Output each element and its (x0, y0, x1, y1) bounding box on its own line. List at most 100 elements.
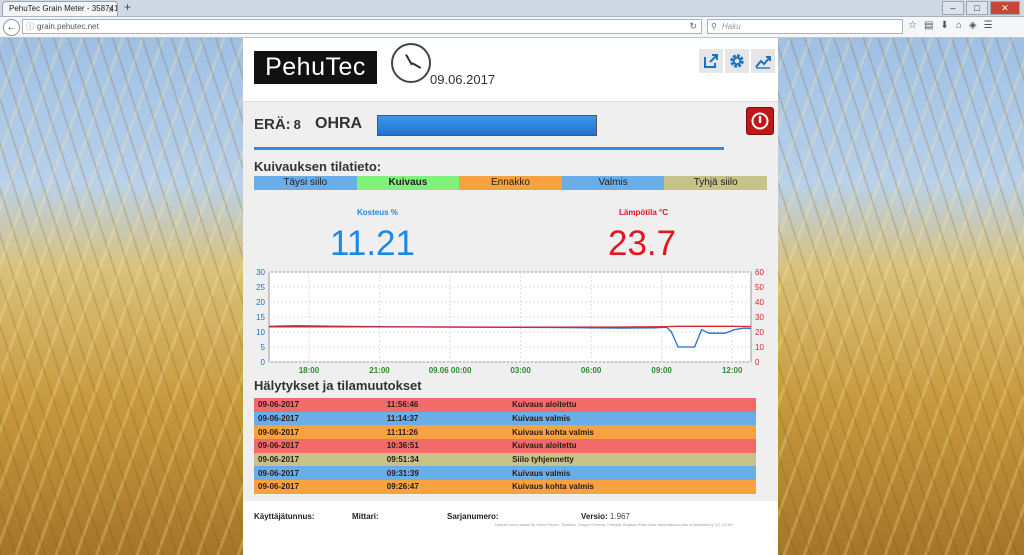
alarm-time: 09:26:47 (386, 482, 419, 492)
batch-label: ERÄ: (254, 116, 291, 133)
batch-info: ERÄ: 8 (254, 116, 301, 133)
version-info: Versio: 1.967 (581, 512, 630, 521)
alarm-row: 09-06-2017 09:51:34 Siilo tyhjennetty (254, 452, 756, 467)
chart-y-right-tick: 40 (755, 298, 764, 307)
search-icon: ⚲ (711, 22, 717, 31)
chart-y-left-tick: 25 (256, 283, 265, 292)
alarm-time: 11:56:46 (386, 400, 419, 410)
chart-y-left-tick: 0 (261, 358, 266, 367)
moisture-label: Kosteus % (357, 208, 398, 217)
site-info-icon[interactable]: ⓘ (26, 20, 34, 33)
bookmark-star-icon[interactable]: ☆ (908, 20, 917, 31)
status-0: Täysi siilo (254, 176, 357, 190)
chart-x-tick: 18:00 (299, 366, 320, 375)
user-label: Käyttäjätunnus: (254, 512, 315, 521)
meter-label: Mittari: (352, 512, 379, 521)
chart-y-right-tick: 30 (755, 313, 764, 322)
alarm-date: 09-06-2017 (258, 427, 299, 437)
grain-type: OHRA (315, 115, 363, 132)
status-1: Kuivaus (356, 176, 460, 190)
chart-y-left-tick: 10 (256, 328, 265, 337)
gear-icon[interactable] (725, 49, 749, 73)
power-icon (751, 112, 769, 130)
alarm-date: 09-06-2017 (258, 400, 299, 410)
close-tab-icon[interactable]: x (109, 2, 114, 16)
clipboard-icon[interactable]: ▤ (924, 20, 933, 31)
back-arrow-icon[interactable]: ← (3, 19, 20, 36)
version-value: 1.967 (609, 512, 630, 521)
trend-chart-icon[interactable] (751, 49, 775, 73)
status-4: Tyhjä siilo (664, 176, 767, 190)
header-actions (699, 49, 775, 73)
new-tab-button[interactable]: + (124, 0, 131, 15)
chart-y-right-tick: 50 (755, 283, 764, 292)
reload-icon[interactable]: ↻ (689, 20, 697, 33)
alarm-row: 09-06-2017 11:11:26 Kuivaus kohta valmis (254, 425, 756, 440)
drying-status-title: Kuivauksen tilatieto: (254, 159, 382, 174)
status-3: Valmis (561, 176, 665, 190)
serial-label: Sarjanumero: (447, 512, 499, 521)
chart-x-tick: 06:00 (581, 366, 602, 375)
alarm-time: 11:11:26 (386, 427, 418, 437)
address-text: grain.pehutec.net (37, 22, 99, 31)
minimize-icon[interactable]: – (942, 1, 964, 15)
alarm-row: 09-06-2017 11:14:37 Kuivaus valmis (254, 411, 756, 426)
alarm-row: 09-06-2017 11:56:46 Kuivaus aloitettu (254, 398, 756, 412)
chart-y-right-tick: 60 (755, 268, 764, 277)
chart-y-left-tick: 5 (261, 343, 266, 352)
browser-tab[interactable]: PehuTec Grain Meter - 358741053 x (2, 1, 118, 16)
close-window-icon[interactable]: ✕ (990, 1, 1020, 15)
batch-progress-bar (377, 115, 597, 136)
batch-number: 8 (293, 117, 301, 132)
status-2: Ennakko (459, 176, 562, 190)
alarm-date: 09-06-2017 (258, 468, 299, 478)
alarm-date: 09-06-2017 (258, 482, 299, 492)
search-input[interactable]: ⚲ Haku (707, 19, 903, 34)
alarm-row: 09-06-2017 10:36:51 Kuivaus aloitettu (254, 439, 756, 453)
moisture-value: 11.21 (330, 224, 415, 263)
alarm-text: Kuivaus valmis (512, 468, 571, 478)
menu-icon[interactable]: ☰ (984, 20, 993, 31)
pocket-icon[interactable]: ◈ (969, 20, 977, 31)
page-footer: Käyttäjätunnus: Mittari: Sarjanumero: Ve… (243, 501, 778, 555)
pehutec-logo: PehuTec (254, 51, 377, 84)
browser-toolbar-icons: ☆ ▤ ⬇ ⌂ ◈ ☰ (908, 20, 993, 31)
alarm-row: 09-06-2017 09:31:39 Kuivaus valmis (254, 466, 756, 481)
chart-y-right-tick: 20 (755, 328, 764, 337)
power-button[interactable] (746, 107, 774, 135)
chart-y-right-tick: 10 (755, 343, 764, 352)
clock-icon (391, 43, 431, 83)
alarm-time: 09:31:39 (386, 468, 419, 478)
trend-chart: 30 60 25 50 20 40 15 30 10 20 5 10 0 0 18:00 21:00 09.06… (256, 268, 764, 375)
browser-nav-bar: ← ⓘ grain.pehutec.net ↻ ⚲ Haku ☆ ▤ ⬇ ⌂ ◈… (0, 17, 1024, 38)
alarm-time: 10:36:51 (386, 441, 419, 451)
download-icon[interactable]: ⬇ (940, 20, 948, 31)
alarm-date: 09-06-2017 (258, 441, 299, 451)
alarm-text: Kuivaus valmis (512, 414, 571, 424)
drying-status-bar: Täysi siilo Kuivaus Ennakko Valmis Tyhjä sii… (254, 176, 767, 190)
alarm-text: Kuivaus aloitettu (512, 441, 577, 451)
chart-x-tick: 09:00 (651, 366, 672, 375)
header-date: 09.06.2017 (430, 72, 496, 87)
chart-y-left-tick: 15 (256, 313, 265, 322)
address-bar[interactable]: ⓘ grain.pehutec.net ↻ (22, 19, 702, 34)
alarm-date: 09-06-2017 (258, 414, 299, 424)
section-divider (254, 147, 724, 150)
alarms-table: 09-06-2017 11:56:46 Kuivaus aloitettu 09-06… (254, 398, 756, 494)
progress-fill (378, 116, 596, 135)
alarm-text: Kuivaus aloitettu (512, 400, 577, 410)
chart-y-right-tick: 0 (755, 358, 760, 367)
alarm-date: 09-06-2017 (258, 455, 299, 465)
temperature-value: 23.7 (608, 224, 677, 263)
alarm-time: 09:51:34 (386, 455, 419, 465)
maximize-icon[interactable]: □ (966, 1, 988, 15)
export-icon[interactable] (699, 49, 723, 73)
home-icon[interactable]: ⌂ (956, 20, 962, 31)
main-panel: PehuTec 09.06.2017 ERÄ: 8 OHRA Kuivauksen… (243, 38, 778, 555)
alarm-time: 11:14:37 (386, 414, 419, 424)
alarm-text: Kuivaus kohta valmis (512, 482, 594, 492)
page-header: PehuTec 09.06.2017 (243, 38, 778, 102)
version-label: Versio: (581, 512, 608, 521)
browser-tab-title: PehuTec Grain Meter - 358741053 (9, 4, 118, 13)
browser-tab-bar: PehuTec Grain Meter - 358741053 x + – □ … (0, 0, 1024, 17)
